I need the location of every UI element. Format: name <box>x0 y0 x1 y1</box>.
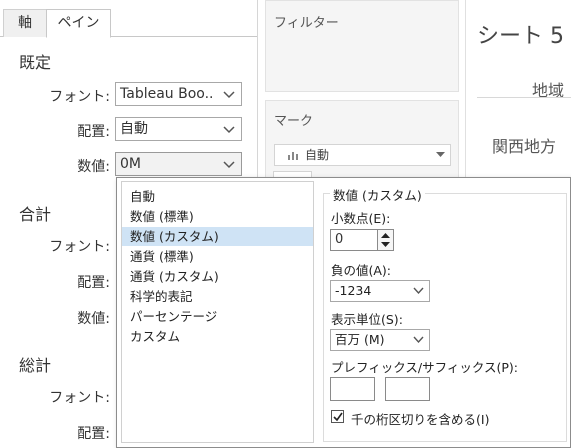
format-item-number-standard[interactable]: 数値 (標準) <box>122 207 313 226</box>
decimals-value: 0 <box>335 232 344 247</box>
total-align-label: 配置: <box>77 275 110 291</box>
checkmark-icon <box>333 412 343 422</box>
custom-number-group-title: 数値 (カスタム) <box>330 185 425 204</box>
display-units-value: 百万 (M) <box>335 332 385 347</box>
decimals-input[interactable]: 0 <box>330 229 378 251</box>
filters-title: フィルター <box>274 16 339 31</box>
total-number-label: 数値: <box>77 311 110 327</box>
chevron-down-icon <box>413 287 424 295</box>
decimals-spinner[interactable] <box>378 229 394 251</box>
default-number-label: 数値: <box>77 159 110 175</box>
format-item-currency-standard[interactable]: 通貨 (標準) <box>122 247 313 266</box>
tab-axis[interactable]: 軸 <box>3 9 47 37</box>
format-item-currency-custom[interactable]: 通貨 (カスタム) <box>122 267 313 286</box>
default-number-value: 0M <box>120 156 141 172</box>
format-item-scientific[interactable]: 科学的表記 <box>122 287 313 306</box>
default-font-value: Tableau Boo.. <box>120 86 214 102</box>
total-font-label: フォント: <box>49 239 110 255</box>
default-font-label: フォント: <box>49 89 110 105</box>
format-item-custom[interactable]: カスタム <box>122 327 313 346</box>
sheet-header-rule <box>477 97 571 98</box>
bar-chart-icon <box>288 152 298 160</box>
marks-title: マーク <box>274 114 314 129</box>
grand-total-font-label: フォント: <box>49 390 110 406</box>
prefix-input[interactable] <box>330 377 375 401</box>
decimals-label: 小数点(E): <box>331 211 391 226</box>
default-number-dropdown[interactable]: 0M <box>115 152 242 176</box>
chevron-down-icon <box>413 336 424 344</box>
marks-card: マーク 自動 <box>265 100 459 180</box>
display-units-dropdown[interactable]: 百万 (M) <box>330 329 430 351</box>
prefix-suffix-label: プレフィックス/サフィックス(P): <box>331 360 518 375</box>
mark-type-value: 自動 <box>305 148 330 162</box>
chevron-down-icon <box>223 126 235 134</box>
thousands-separator-label[interactable]: 千の桁区切りを含める(I) <box>351 409 489 428</box>
negative-values-value: -1234 <box>335 283 372 298</box>
sheet-title: シート 5 <box>477 24 564 49</box>
chevron-down-icon <box>223 161 235 169</box>
default-align-dropdown[interactable]: 自動 <box>115 117 242 141</box>
filters-shelf[interactable]: フィルター <box>265 0 459 92</box>
section-title-default: 既定 <box>19 53 52 72</box>
section-title-grand-total: 総計 <box>19 356 52 375</box>
tab-pane[interactable]: ペイン <box>46 9 111 38</box>
chevron-down-icon <box>223 91 235 99</box>
default-align-label: 配置: <box>77 124 110 140</box>
default-font-dropdown[interactable]: Tableau Boo.. <box>115 82 242 106</box>
spinner-down-icon[interactable] <box>381 242 390 248</box>
suffix-input[interactable] <box>385 377 430 401</box>
mark-type-dropdown[interactable]: 自動 <box>274 144 451 166</box>
format-item-number-custom[interactable]: 数値 (カスタム) <box>122 227 313 246</box>
section-title-total: 合計 <box>19 205 52 224</box>
thousands-separator-checkbox[interactable] <box>331 410 344 423</box>
display-units-label: 表示単位(S): <box>331 312 403 327</box>
spinner-up-icon[interactable] <box>381 233 390 239</box>
format-item-auto[interactable]: 自動 <box>122 187 313 206</box>
negative-values-label: 負の値(A): <box>331 263 392 278</box>
caret-down-icon <box>436 152 445 157</box>
format-item-percentage[interactable]: パーセンテージ <box>122 307 313 326</box>
number-format-list[interactable]: 自動 数値 (標準) 数値 (カスタム) 通貨 (標準) 通貨 (カスタム) 科… <box>121 181 314 443</box>
default-align-value: 自動 <box>120 121 148 137</box>
grand-total-align-label: 配置: <box>77 426 110 442</box>
sheet-row-label: 関西地方 <box>492 137 557 156</box>
negative-values-dropdown[interactable]: -1234 <box>330 280 430 302</box>
